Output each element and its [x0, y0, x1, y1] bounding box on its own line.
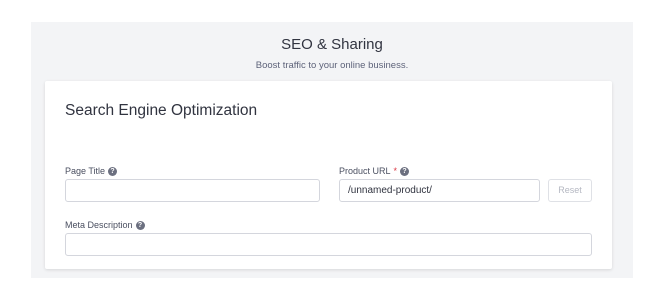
- meta-description-label-text: Meta Description: [65, 220, 133, 230]
- meta-description-label: Meta Description ?: [65, 220, 145, 230]
- card-title: Search Engine Optimization: [65, 102, 258, 119]
- section-title: SEO & Sharing: [281, 36, 383, 53]
- question-circle-icon[interactable]: ?: [400, 166, 410, 176]
- seo-sharing-section: SEO & Sharing Boost traffic to your onli…: [31, 22, 633, 278]
- section-subtitle: Boost traffic to your online business.: [255, 60, 409, 71]
- required-asterisk: *: [393, 166, 398, 176]
- page-title-input[interactable]: [65, 179, 320, 202]
- question-circle-icon[interactable]: ?: [135, 220, 145, 230]
- page-title-label-text: Page Title: [65, 166, 106, 176]
- product-url-label: Product URL * ?: [339, 166, 410, 176]
- page-title-label: Page Title ?: [65, 166, 118, 176]
- product-url-label-text: Product URL: [339, 166, 391, 176]
- meta-description-input[interactable]: [65, 233, 592, 256]
- reset-button[interactable]: Reset: [548, 179, 592, 202]
- product-url-input[interactable]: /unnamed-product/: [339, 179, 540, 202]
- question-circle-icon[interactable]: ?: [108, 166, 118, 176]
- seo-card: Search Engine Optimization Page Title ? …: [45, 81, 612, 269]
